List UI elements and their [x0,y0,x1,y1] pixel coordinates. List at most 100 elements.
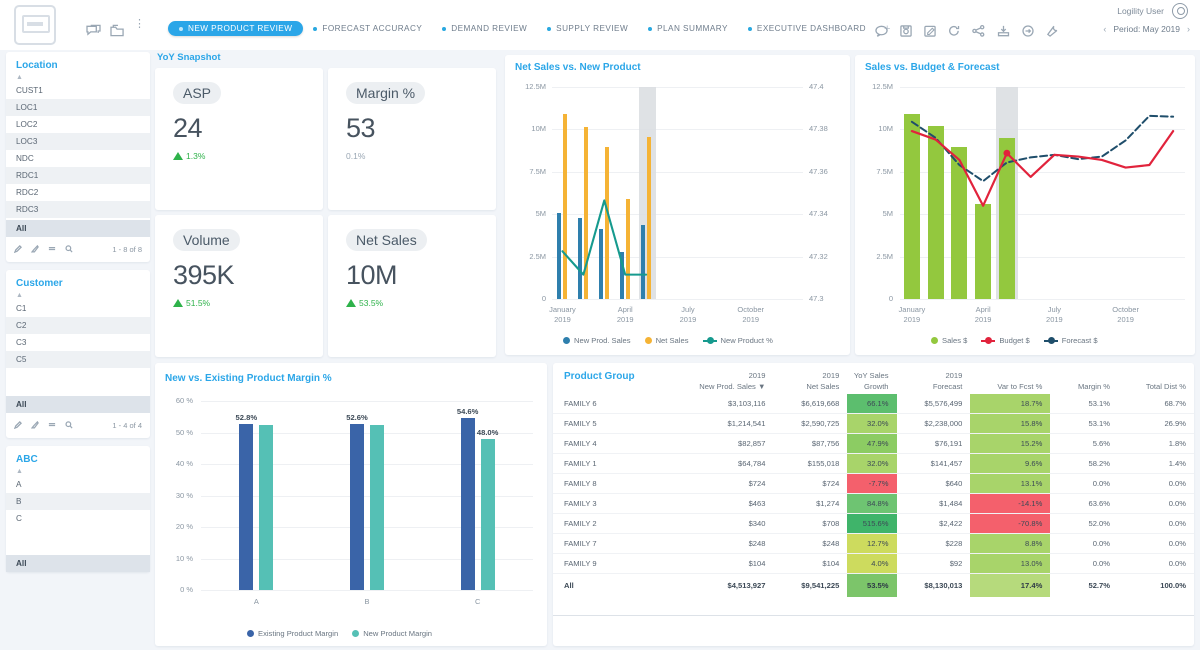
col-header-new-prod-sales[interactable]: 2019 New Prod. Sales ▼ [676,368,773,394]
trend-up-icon [173,152,183,160]
edit-icon[interactable] [924,22,936,40]
filter-option-all[interactable]: All [6,220,150,237]
y-axis-tick-label: 10 % [155,554,193,563]
chart-canvas[interactable]: 0 %10 %20 %30 %40 %50 %60 %52.8%A52.6%B5… [155,389,547,646]
filter-title: ABC [6,452,150,468]
period-selector[interactable]: ‹ Period: May 2019 › [1103,24,1190,34]
pencil-icon[interactable] [14,240,22,258]
eraser-icon[interactable] [31,416,39,434]
col-header-margin[interactable]: Margin % [1050,368,1118,394]
kpi-card-net-sales[interactable]: Net Sales 10M 53.5% [328,215,496,357]
filter-option[interactable]: LOC1 [6,99,150,116]
tab-supply-review[interactable]: SUPPLY REVIEW [537,24,638,33]
bar-new-margin-A[interactable] [259,425,273,590]
kpi-card-margin-pct[interactable]: Margin % 53 0.1% [328,68,496,210]
bar-existing-margin-C[interactable] [461,418,475,590]
legend-item[interactable]: Forecast $ [1044,336,1098,345]
filter-footer: 1 - 4 of 4 [6,413,150,438]
cell-new-prod-sales: $724 [676,474,773,494]
share-icon[interactable] [972,22,985,40]
filter-option-all[interactable]: All [6,555,150,572]
bar-existing-margin-A[interactable] [239,424,253,590]
tab-demand-review[interactable]: DEMAND REVIEW [432,24,537,33]
col-header-forecast[interactable]: 2019 Forecast [897,368,971,394]
bar-existing-margin-B[interactable] [350,424,364,590]
filter-option-all[interactable]: All [6,396,150,413]
bar-new-margin-C[interactable] [481,439,495,590]
filter-option[interactable]: RDC1 [6,167,150,184]
filter-option[interactable]: C3 [6,334,150,351]
chart-canvas[interactable]: 02.5M5M7.5M10M12.5MJanuary2019April2019J… [855,77,1195,355]
legend-item[interactable]: Existing Product Margin [247,629,338,638]
list-icon[interactable] [48,240,56,258]
save-icon[interactable] [900,22,912,40]
cell-forecast: $92 [897,554,971,574]
legend-color-swatch [352,630,359,637]
bar-new-margin-B[interactable] [370,425,384,590]
bar-value-label: 54.6% [449,407,487,416]
legend-item[interactable]: Budget $ [981,336,1029,345]
filter-option[interactable]: CUST1 [6,82,150,99]
cell-net-sales: $6,619,668 [773,394,847,414]
pencil-icon[interactable] [14,416,22,434]
legend-label: New Product Margin [363,629,432,638]
filter-option[interactable]: C5 [6,351,150,368]
legend-item[interactable]: Net Sales [645,336,689,345]
kpi-card-asp[interactable]: ASP 24 1.3% [155,68,323,210]
cell-yoy-growth: 32.0% [847,454,896,474]
filter-option[interactable]: LOC2 [6,116,150,133]
eraser-icon[interactable] [31,240,39,258]
col-header-total-dist[interactable]: Total Dist % [1118,368,1194,394]
col-header-yoy-growth[interactable]: YoY Sales Growth [847,368,896,394]
col-header-var-to-fcst[interactable]: Var to Fcst % [970,368,1050,394]
period-next-icon[interactable]: › [1187,24,1190,34]
x-axis-tick-label: October2019 [1096,305,1156,325]
search-icon[interactable] [65,240,73,258]
refresh-icon[interactable] [948,22,960,40]
col-header-net-sales[interactable]: 2019 Net Sales [773,368,847,394]
collapse-caret-icon[interactable]: ▲ [6,74,150,82]
chat-icon[interactable] [86,22,101,40]
chart-legend: New Prod. Sales Net Sales New Product % [563,336,773,345]
filter-option[interactable]: NDC [6,150,150,167]
product-group-table: 2019 New Prod. Sales ▼ 2019 Net Sales Yo… [553,368,1194,597]
legend-item[interactable]: Sales $ [931,336,967,345]
filter-option[interactable]: LOC3 [6,133,150,150]
tab-forecast-accuracy[interactable]: FORECAST ACCURACY [303,24,432,33]
collapse-caret-icon[interactable]: ▲ [6,292,150,300]
comment-icon[interactable] [875,22,888,40]
cell-yoy-growth: 4.0% [847,554,896,574]
search-icon[interactable] [65,416,73,434]
budget-marker-may [1003,150,1010,157]
legend-color-swatch [247,630,254,637]
tab-new-product-review[interactable]: NEW PRODUCT REVIEW [168,21,303,36]
legend-item[interactable]: New Prod. Sales [563,336,631,345]
filter-option[interactable]: B [6,493,150,510]
export-icon[interactable] [1022,22,1034,40]
cell-margin: 5.6% [1050,434,1118,454]
col-line1: 2019 [822,371,839,380]
legend-item[interactable]: New Product % [703,336,773,345]
download-icon[interactable] [997,22,1010,40]
list-icon[interactable] [48,416,56,434]
cell-forecast: $8,130,013 [897,574,971,598]
filter-option[interactable]: C [6,510,150,527]
filter-option[interactable]: RDC2 [6,184,150,201]
collapse-caret-icon[interactable]: ▲ [6,468,150,476]
legend-item[interactable]: New Product Margin [352,629,432,638]
filter-option[interactable]: C2 [6,317,150,334]
avatar[interactable] [1172,3,1188,19]
more-vertical-icon[interactable]: ⋮ [134,22,145,26]
cell-forecast: $2,422 [897,514,971,534]
tab-plan-summary[interactable]: PLAN SUMMARY [638,24,738,33]
folder-icon[interactable] [110,22,125,40]
filter-option[interactable]: RDC3 [6,201,150,218]
kpi-card-volume[interactable]: Volume 395K 51.5% [155,215,323,357]
settings-wrench-icon[interactable] [1046,22,1058,40]
tab-executive-dashboard[interactable]: EXECUTIVE DASHBOARD [738,24,876,33]
x-tick-year: 2019 [882,315,942,325]
filter-option[interactable]: A [6,476,150,493]
filter-option[interactable]: C1 [6,300,150,317]
period-prev-icon[interactable]: ‹ [1103,24,1106,34]
chart-canvas[interactable]: 047.32.5M47.325M47.347.5M47.3610M47.3812… [505,77,850,355]
